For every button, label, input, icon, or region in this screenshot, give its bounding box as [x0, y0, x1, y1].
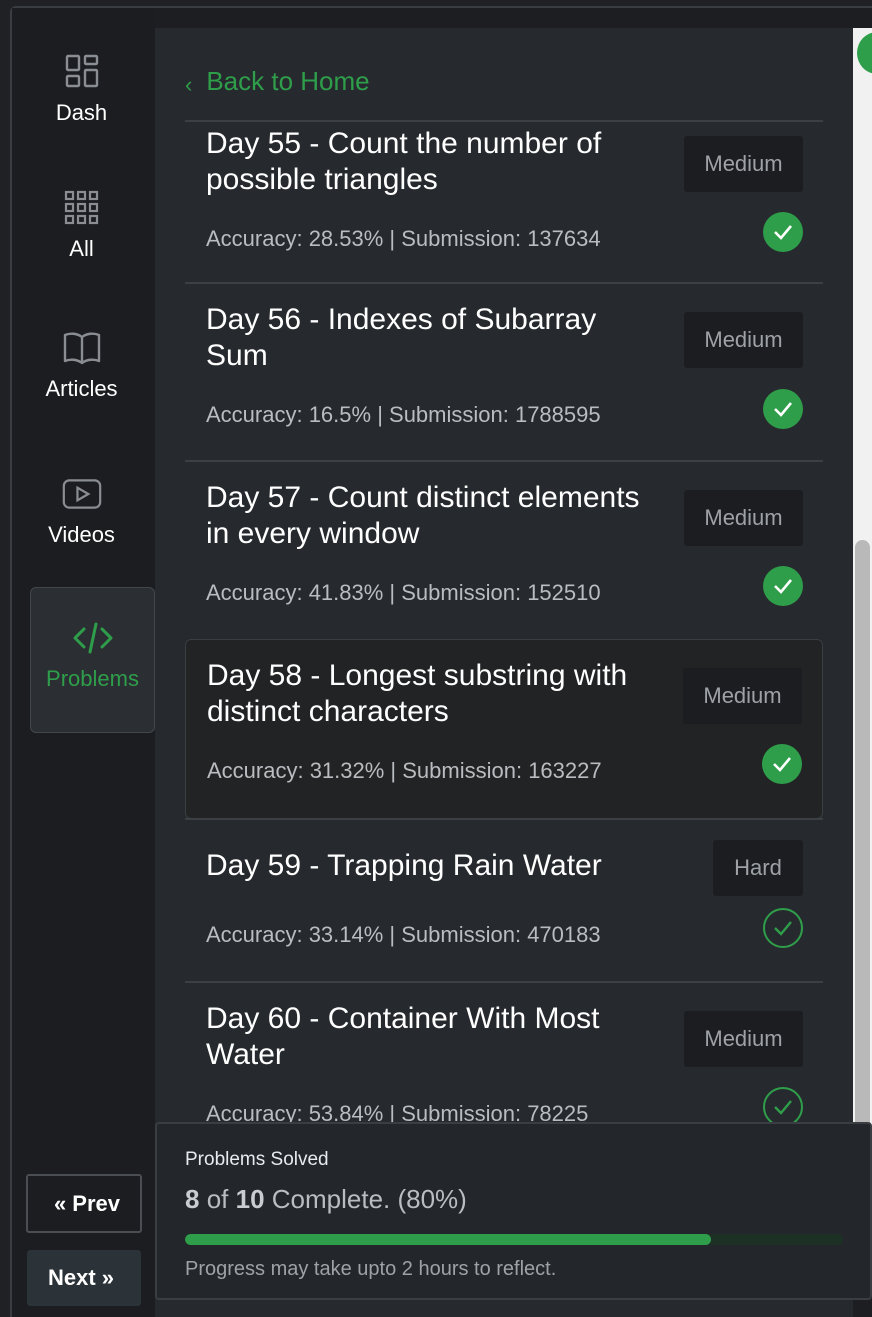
back-to-home-link[interactable]: ‹ Back to Home: [185, 64, 370, 98]
double-chevron-right-icon: »: [101, 1265, 114, 1290]
difficulty-badge: Medium: [684, 312, 803, 368]
problem-row[interactable]: Day 56 - Indexes of Subarray Sum Accurac…: [185, 282, 823, 462]
difficulty-badge: Hard: [713, 840, 803, 896]
progress-note: Progress may take upto 2 hours to reflec…: [185, 1258, 557, 1280]
problem-title[interactable]: Day 58 - Longest substring with distinct…: [207, 658, 647, 730]
progress-title: Problems Solved: [185, 1149, 329, 1170]
problem-row[interactable]: Day 57 - Count distinct elements in ever…: [185, 460, 823, 640]
problem-stats: Accuracy: 16.5% | Submission: 1788595: [206, 402, 601, 427]
prev-button[interactable]: « Prev: [26, 1174, 142, 1233]
double-chevron-left-icon: «: [54, 1190, 67, 1216]
progress-card: Problems Solved 8 of 10 Complete. (80%) …: [155, 1122, 872, 1300]
nav-label-problems: Problems: [46, 666, 139, 691]
nav-item-all[interactable]: All: [20, 188, 143, 334]
problem-row[interactable]: Day 58 - Longest substring with distinct…: [185, 639, 823, 819]
solved-check-icon: [763, 389, 803, 429]
solved-check-icon: [762, 744, 802, 784]
nav-item-articles[interactable]: Articles: [20, 328, 143, 474]
nav-label-dash: Dash: [55, 100, 108, 125]
of-text: of: [199, 1184, 236, 1214]
solved-count: 8: [185, 1184, 200, 1214]
book-icon: [62, 328, 102, 368]
back-label: Back to Home: [206, 65, 370, 96]
problem-title[interactable]: Day 60 - Container With Most Water: [206, 1001, 646, 1073]
problem-row[interactable]: Day 59 - Trapping Rain Water Accuracy: 3…: [185, 818, 823, 982]
unsolved-check-icon: [763, 908, 803, 948]
dashboard-icon: [62, 52, 102, 92]
next-button[interactable]: Next »: [27, 1250, 141, 1306]
progress-bar: [185, 1234, 843, 1245]
difficulty-badge: Medium: [684, 1011, 803, 1067]
problem-title[interactable]: Day 56 - Indexes of Subarray Sum: [206, 302, 646, 374]
difficulty-badge: Medium: [684, 490, 803, 546]
problem-row[interactable]: Day 55 - Count the number of possible tr…: [185, 120, 823, 284]
solved-check-icon: [763, 212, 803, 252]
nav-label-all: All: [69, 236, 94, 261]
nav-label-articles: Articles: [45, 376, 118, 401]
complete-text: Complete. (80%): [264, 1184, 467, 1214]
nav-item-problems[interactable]: Problems: [30, 587, 155, 733]
problem-stats: Accuracy: 31.32% | Submission: 163227: [207, 758, 602, 783]
next-label: Next: [48, 1265, 96, 1290]
difficulty-badge: Medium: [684, 136, 803, 192]
unsolved-check-icon: [763, 1087, 803, 1127]
prev-label: Prev: [72, 1190, 120, 1216]
code-icon: [73, 618, 113, 658]
scrollbar-thumb[interactable]: [855, 540, 870, 1140]
problem-stats: Accuracy: 33.14% | Submission: 470183: [206, 922, 601, 947]
chevron-left-icon: ‹: [185, 72, 193, 97]
progress-bar-fill: [185, 1234, 712, 1245]
nav-label-videos: Videos: [48, 522, 115, 547]
problem-title[interactable]: Day 55 - Count the number of possible tr…: [206, 126, 646, 198]
total-count: 10: [235, 1184, 265, 1214]
progress-count: 8 of 10 Complete. (80%): [185, 1184, 467, 1215]
solved-check-icon: [763, 566, 803, 606]
grid-icon: [62, 188, 102, 228]
problem-title[interactable]: Day 57 - Count distinct elements in ever…: [206, 480, 646, 552]
nav-item-dash[interactable]: Dash: [20, 52, 143, 198]
difficulty-badge: Medium: [683, 668, 802, 724]
problem-stats: Accuracy: 41.83% | Submission: 152510: [206, 580, 601, 605]
problem-stats: Accuracy: 28.53% | Submission: 137634: [206, 226, 601, 251]
play-icon: [62, 474, 102, 514]
problem-title[interactable]: Day 59 - Trapping Rain Water: [206, 848, 646, 884]
